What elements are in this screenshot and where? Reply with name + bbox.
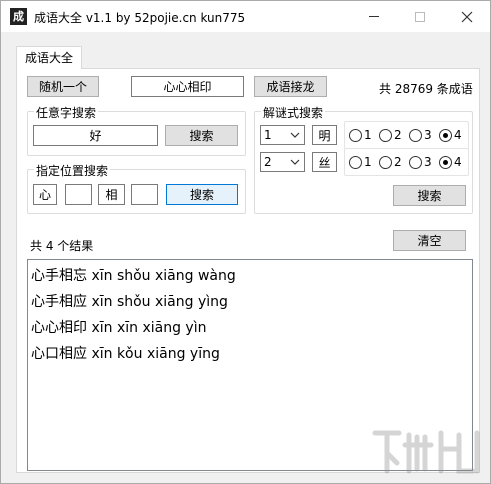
result-count-text: 共 4 个结果 [30,239,94,253]
list-item[interactable]: 心手相应 xīn shǒu xiāng yìng [31,291,228,311]
riddle-select-1[interactable]: 1 [260,125,305,145]
position-search-button[interactable]: 搜索 [166,184,238,205]
title-bar: 成 成语大全 v1.1 by 52pojie.cn kun775 [1,1,490,32]
list-item[interactable]: 心手相忘 xīn shǒu xiāng wàng [31,265,236,285]
watermark-logo [372,430,480,474]
app-window: 成 成语大全 v1.1 by 52pojie.cn kun775 成语大全 随机… [0,0,491,484]
random-button[interactable]: 随机一个 [27,76,99,97]
riddle-char-1[interactable]: 明 [312,125,337,145]
maximize-button[interactable] [397,1,443,32]
close-icon [461,11,473,22]
riddle-1-radio-4[interactable]: 4 [439,128,462,142]
idiom-chain-button[interactable]: 成语接龙 [254,76,327,97]
close-button[interactable] [444,1,490,32]
total-count-text: 共 28769 条成语 [379,82,473,96]
any-search-input[interactable]: 好 [33,125,158,146]
riddle-2-radio-2[interactable]: 2 [379,155,402,169]
list-item[interactable]: 心口相应 xīn kǒu xiāng yīng [31,343,220,363]
chevron-down-icon [290,132,300,138]
riddle-search-title: 解谜式搜索 [261,104,326,121]
chevron-down-icon [290,159,300,165]
minimize-icon [369,16,379,17]
list-item[interactable]: 心心相印 xīn xīn xiāng yìn [31,317,206,337]
riddle-select-2[interactable]: 2 [260,152,305,172]
riddle-1-radio-3[interactable]: 3 [409,128,432,142]
position-search-title: 指定位置搜索 [34,162,111,179]
riddle-2-radio-1[interactable]: 1 [349,155,372,169]
riddle-select-2-value: 2 [264,155,272,169]
riddle-2-radio-4[interactable]: 4 [439,155,462,169]
maximize-icon [415,11,425,22]
riddle-1-radio-1[interactable]: 1 [349,128,372,142]
tab-idioms[interactable]: 成语大全 [16,46,82,69]
minimize-button[interactable] [351,1,397,32]
riddle-search-button[interactable]: 搜索 [393,185,466,206]
riddle-select-1-value: 1 [264,128,272,142]
any-search-button[interactable]: 搜索 [165,125,238,146]
window-title: 成语大全 v1.1 by 52pojie.cn kun775 [34,11,246,25]
any-search-title: 任意字搜索 [34,104,99,121]
position-char-4[interactable] [131,184,158,205]
app-icon: 成 [10,8,27,25]
clear-button[interactable]: 清空 [393,230,466,251]
position-char-2[interactable] [65,184,92,205]
riddle-1-radio-2[interactable]: 2 [379,128,402,142]
position-char-3[interactable]: 相 [98,184,125,205]
riddle-char-2[interactable]: 丝 [312,152,337,172]
position-char-1[interactable]: 心 [33,184,57,205]
current-idiom-field[interactable]: 心心相印 [131,76,244,97]
riddle-2-radio-3[interactable]: 3 [409,155,432,169]
